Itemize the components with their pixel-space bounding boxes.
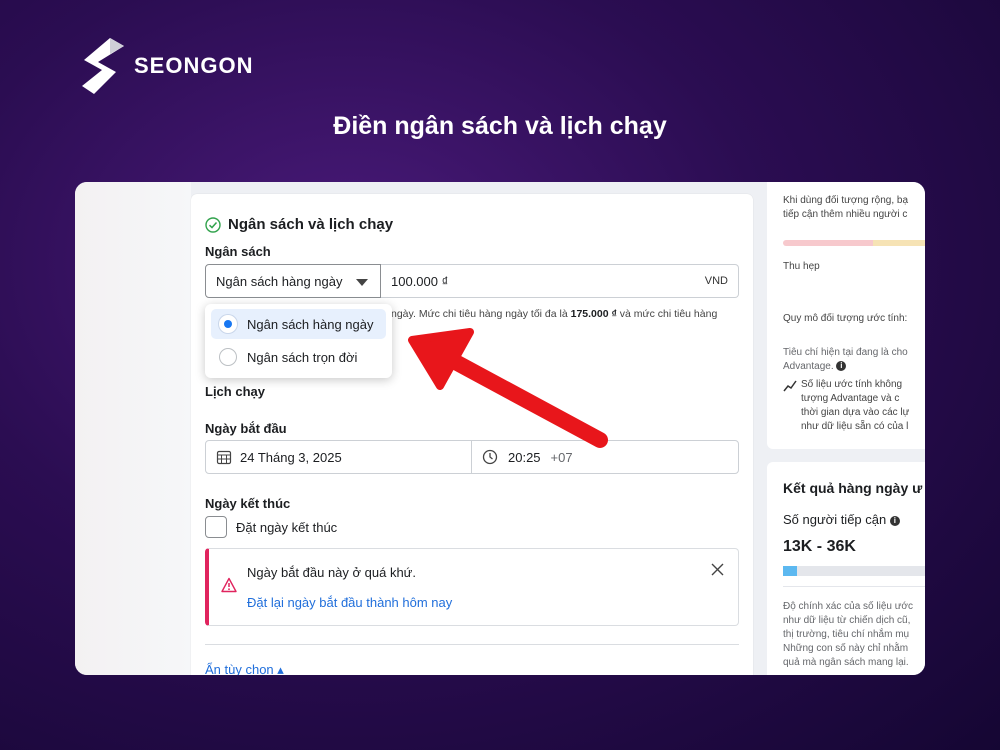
estimate-line-1: Số liệu ước tính không	[801, 379, 903, 390]
criteria-line-2: Advantage. i	[783, 360, 925, 374]
start-date-value: 24 Tháng 3, 2025	[240, 449, 342, 465]
criteria-line-1: Tiêu chí hiện tại đang là cho	[783, 347, 908, 358]
end-date-label: Ngày kết thúc	[205, 496, 291, 511]
budget-amount-value: 100.000 ₫	[391, 273, 449, 289]
budget-amount-input[interactable]: 100.000 ₫ VND	[381, 264, 739, 298]
section-title: Ngân sách và lịch chạy	[205, 216, 393, 233]
hint-max: 175.000 ₫	[570, 308, 617, 320]
start-time-input[interactable]: 20:25 +07	[482, 441, 573, 473]
budget-type-select[interactable]: Ngân sách hàng ngày	[205, 264, 381, 298]
hide-options-label: Ẩn tùy chọn	[205, 662, 274, 675]
hint-prefix: ngày. Mức chi tiêu hàng ngày tối đa là	[391, 308, 571, 320]
end-date-checkbox[interactable]	[205, 516, 227, 538]
currency-label: VND	[704, 275, 728, 287]
accuracy-note-4: Những con số này chỉ nhằm	[783, 643, 909, 654]
estimate-line-3: thời gian dựa vào các lự	[801, 407, 910, 418]
results-title: Kết quả hàng ngày ư	[783, 480, 923, 496]
start-datetime-field: 24 Tháng 3, 2025 20:25 +07	[205, 440, 739, 474]
option-daily-budget[interactable]: Ngân sách hàng ngày	[211, 309, 386, 339]
radio-unselected-icon	[219, 348, 237, 366]
estimate-line-2: tượng Advantage và c	[801, 393, 900, 404]
check-circle-icon	[205, 216, 221, 233]
audience-panel: Khi dùng đối tượng rộng, bạ tiếp cận thê…	[767, 182, 925, 449]
accuracy-note-3: thị trường, tiêu chí nhắm mụ	[783, 629, 910, 640]
option-label: Ngân sách trọn đời	[247, 349, 358, 365]
audience-breadth-bar	[783, 240, 925, 246]
close-icon[interactable]	[711, 563, 724, 576]
budget-label: Ngân sách	[205, 244, 271, 259]
brand-logo: SEONGON	[80, 36, 253, 96]
option-label: Ngân sách hàng ngày	[247, 316, 374, 332]
seongon-logo-icon	[82, 38, 124, 94]
info-icon[interactable]: i	[889, 515, 900, 526]
warning-text: Ngày bắt đầu này ở quá khứ.	[247, 565, 416, 580]
audience-line-1: Khi dùng đối tượng rộng, bạ	[783, 195, 909, 206]
start-time-value: 20:25	[508, 449, 541, 465]
accuracy-note-5: quả mà ngân sách mang lại.	[783, 657, 909, 668]
reset-start-date-link[interactable]: Đặt lại ngày bắt đầu thành hôm nay	[247, 595, 452, 610]
audience-narrow-label: Thu hẹp	[783, 261, 820, 272]
start-date-input[interactable]: 24 Tháng 3, 2025	[206, 441, 472, 473]
divider	[783, 586, 925, 587]
reach-bar	[783, 566, 925, 576]
start-date-label: Ngày bắt đầu	[205, 421, 287, 436]
hint-suffix: và mức chi tiêu hàng	[616, 308, 718, 320]
timezone-value: +07	[550, 449, 573, 465]
caret-down-icon	[356, 279, 368, 286]
budget-type-dropdown: Ngân sách hàng ngày Ngân sách trọn đời	[205, 304, 392, 378]
caret-up-icon: ▴	[277, 662, 284, 675]
budget-type-value: Ngân sách hàng ngày	[216, 273, 343, 289]
info-icon[interactable]: i	[836, 361, 847, 372]
option-lifetime-budget[interactable]: Ngân sách trọn đời	[211, 342, 386, 372]
schedule-label: Lịch chạy	[205, 384, 265, 399]
audience-size-label: Quy mô đối tượng ước tính:	[783, 313, 908, 324]
end-date-checkbox-label: Đặt ngày kết thúc	[236, 520, 338, 535]
past-date-warning: Ngày bắt đầu này ở quá khứ. Đặt lại ngày…	[205, 548, 739, 626]
accuracy-note-1: Độ chính xác của số liệu ước	[783, 601, 913, 612]
trend-line-icon	[783, 380, 797, 392]
audience-line-2: tiếp cận thêm nhiều người c	[783, 209, 908, 220]
accuracy-note-2: như dữ liệu từ chiến dịch cũ,	[783, 615, 911, 626]
screenshot-panel: Ngân sách và lịch chạy Ngân sách Ngân sá…	[75, 182, 925, 675]
page-headline: Điền ngân sách và lịch chạy	[333, 112, 667, 140]
reach-range: 13K - 36K	[783, 538, 856, 555]
budget-hint: ngày. Mức chi tiêu hàng ngày tối đa là 1…	[391, 308, 741, 320]
budget-schedule-card: Ngân sách và lịch chạy Ngân sách Ngân sá…	[191, 194, 753, 675]
divider	[205, 644, 739, 645]
daily-results-panel: Kết quả hàng ngày ư Số người tiếp cận i …	[767, 462, 925, 675]
reach-bar-fill	[783, 566, 797, 576]
section-title-text: Ngân sách và lịch chạy	[228, 216, 394, 233]
clock-icon	[482, 449, 498, 465]
warning-icon	[221, 577, 237, 593]
radio-selected-icon	[219, 315, 237, 333]
calendar-icon	[216, 450, 232, 465]
reach-label-text: Số người tiếp cận	[783, 512, 887, 527]
estimate-line-4: như dữ liệu sẵn có của l	[801, 421, 909, 432]
brand-name: SEONGON	[134, 53, 254, 78]
criteria-advantage: Advantage.	[783, 361, 834, 372]
reach-label: Số người tiếp cận i	[783, 512, 900, 527]
hide-options-toggle[interactable]: Ẩn tùy chọn ▴	[205, 662, 284, 675]
